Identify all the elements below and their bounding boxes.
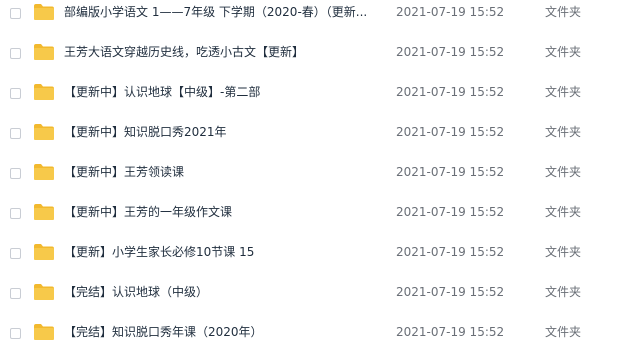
row-checkbox[interactable]	[10, 208, 21, 219]
modified-date: 2021-07-19 15:52	[396, 5, 505, 19]
folder-icon	[34, 204, 54, 220]
file-row[interactable]: 【更新中】王芳的一年级作文课 2021-07-19 15:52 文件夹	[0, 195, 626, 235]
file-name[interactable]: 王芳大语文穿越历史线，吃透小古文【更新】	[64, 44, 384, 60]
modified-date: 2021-07-19 15:52	[396, 85, 505, 99]
folder-icon	[34, 124, 54, 140]
folder-icon	[34, 4, 54, 20]
row-checkbox[interactable]	[10, 328, 21, 339]
file-row[interactable]: 部编版小学语文 1——7年级 下学期（2020-春）（更新... 2021-07…	[0, 0, 626, 35]
file-name[interactable]: 【完结】认识地球（中级）	[64, 284, 384, 300]
file-type: 文件夹	[545, 85, 582, 99]
folder-icon	[34, 84, 54, 100]
modified-date: 2021-07-19 15:52	[396, 325, 505, 339]
folder-icon	[34, 44, 54, 60]
file-row[interactable]: 【更新中】认识地球【中级】-第二部 2021-07-19 15:52 文件夹	[0, 75, 626, 115]
file-row[interactable]: 【更新中】王芳领读课 2021-07-19 15:52 文件夹	[0, 155, 626, 195]
folder-icon	[34, 324, 54, 340]
row-checkbox[interactable]	[10, 8, 21, 19]
modified-date: 2021-07-19 15:52	[396, 165, 505, 179]
row-checkbox[interactable]	[10, 168, 21, 179]
folder-icon	[34, 164, 54, 180]
modified-date: 2021-07-19 15:52	[396, 245, 505, 259]
row-checkbox[interactable]	[10, 48, 21, 59]
file-row[interactable]: 【完结】知识脱口秀年课（2020年） 2021-07-19 15:52 文件夹	[0, 315, 626, 346]
file-name[interactable]: 【更新中】王芳的一年级作文课	[64, 204, 384, 220]
folder-icon	[34, 284, 54, 300]
row-checkbox[interactable]	[10, 128, 21, 139]
file-type: 文件夹	[545, 325, 582, 339]
file-name[interactable]: 【更新中】王芳领读课	[64, 164, 384, 180]
file-row[interactable]: 王芳大语文穿越历史线，吃透小古文【更新】 2021-07-19 15:52 文件…	[0, 35, 626, 75]
row-checkbox[interactable]	[10, 288, 21, 299]
file-type: 文件夹	[545, 5, 582, 19]
file-row[interactable]: 【完结】认识地球（中级） 2021-07-19 15:52 文件夹	[0, 275, 626, 315]
file-row[interactable]: 【更新】小学生家长必修10节课 15 2021-07-19 15:52 文件夹	[0, 235, 626, 275]
modified-date: 2021-07-19 15:52	[396, 285, 505, 299]
file-name[interactable]: 【完结】知识脱口秀年课（2020年）	[64, 324, 384, 340]
file-type: 文件夹	[545, 45, 582, 59]
file-name[interactable]: 【更新中】知识脱口秀2021年	[64, 124, 384, 140]
file-list: 部编版小学语文 1——7年级 下学期（2020-春）（更新... 2021-07…	[0, 0, 626, 346]
file-name[interactable]: 部编版小学语文 1——7年级 下学期（2020-春）（更新...	[64, 4, 384, 20]
file-type: 文件夹	[545, 165, 582, 179]
file-type: 文件夹	[545, 245, 582, 259]
file-type: 文件夹	[545, 205, 582, 219]
file-row[interactable]: 【更新中】知识脱口秀2021年 2021-07-19 15:52 文件夹	[0, 115, 626, 155]
file-type: 文件夹	[545, 125, 582, 139]
modified-date: 2021-07-19 15:52	[396, 125, 505, 139]
folder-icon	[34, 244, 54, 260]
modified-date: 2021-07-19 15:52	[396, 205, 505, 219]
row-checkbox[interactable]	[10, 88, 21, 99]
modified-date: 2021-07-19 15:52	[396, 45, 505, 59]
file-name[interactable]: 【更新】小学生家长必修10节课 15	[64, 244, 384, 260]
file-name[interactable]: 【更新中】认识地球【中级】-第二部	[64, 84, 384, 100]
row-checkbox[interactable]	[10, 248, 21, 259]
file-type: 文件夹	[545, 285, 582, 299]
